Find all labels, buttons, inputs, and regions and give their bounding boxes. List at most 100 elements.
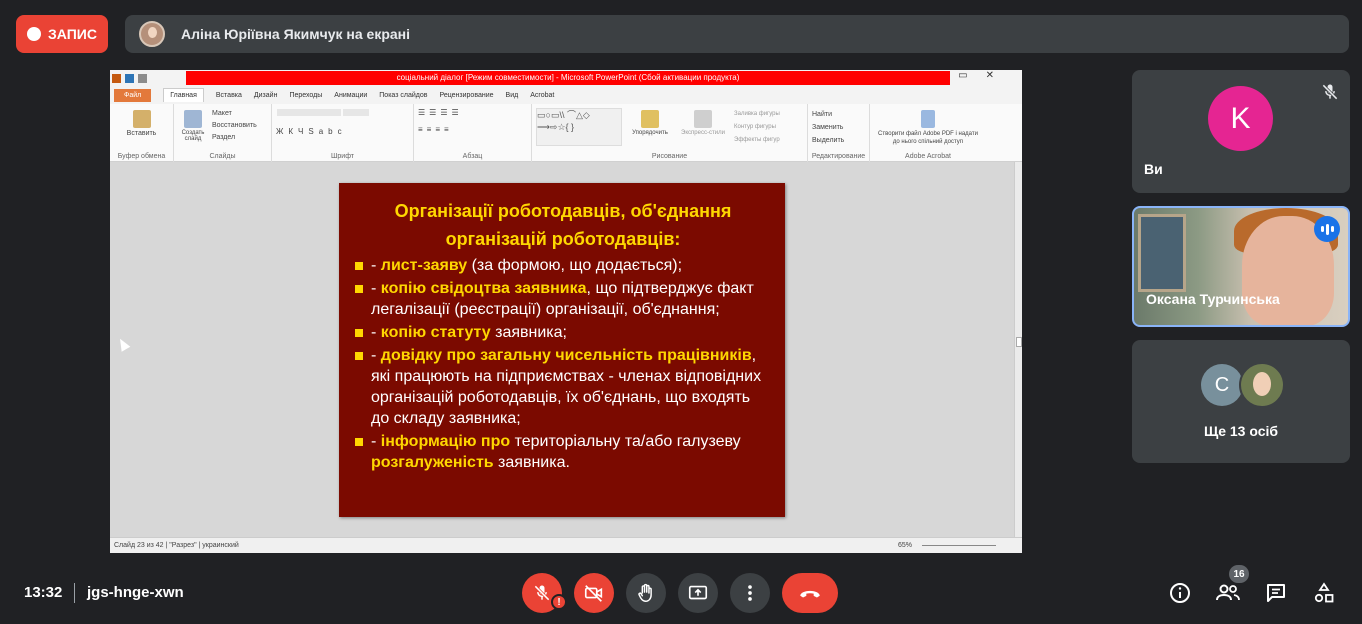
find-label: Найти bbox=[812, 111, 832, 118]
mic-off-icon bbox=[1322, 84, 1338, 100]
meeting-code: jgs-hnge-xwn bbox=[87, 584, 184, 601]
people-icon bbox=[1216, 584, 1240, 601]
group-drawing-label: Рисование bbox=[651, 153, 688, 160]
more-vert-icon bbox=[748, 585, 752, 601]
tab-view: Вид bbox=[505, 91, 519, 99]
slide-bullet: - лист-заяву (за формою, що додається); bbox=[355, 255, 771, 276]
more-participants-label: Ще 13 осіб bbox=[1203, 423, 1279, 439]
presenting-text: Аліна Юріївна Якимчук на екрані bbox=[181, 26, 411, 42]
status-theme: "Разрез" bbox=[169, 542, 197, 549]
slide-bullet: - копію статуту заявника; bbox=[355, 322, 771, 343]
arrange-label: Упорядочить bbox=[632, 130, 668, 136]
group-drawing: ▭○▭\\ ⌒△◇ ⟶⇨☆{ } Упорядочить Экспресс-сти… bbox=[532, 104, 808, 162]
meeting-info-button[interactable] bbox=[1167, 580, 1193, 606]
presenter-avatar bbox=[139, 21, 165, 47]
tab-file: Файл bbox=[114, 88, 152, 102]
bullet-marker bbox=[355, 438, 363, 446]
activities-button[interactable] bbox=[1311, 580, 1337, 606]
status-zoom: 65% bbox=[897, 542, 912, 549]
group-font: ЖКЧSabc Шрифт bbox=[272, 104, 414, 162]
ppt-title-bar: соціальний діалог [Режим совместимости] … bbox=[110, 70, 1022, 86]
scroll-thumb bbox=[1016, 337, 1022, 347]
acrobat-create-label: Створити файл Adobe PDF і надати до ньог… bbox=[878, 131, 978, 145]
paste-icon bbox=[132, 110, 151, 128]
group-paragraph-label: Абзац bbox=[462, 153, 483, 160]
tab-design: Дизайн bbox=[253, 91, 278, 99]
bullet-marker bbox=[355, 262, 363, 270]
bullet-marker bbox=[355, 329, 363, 337]
tab-transitions: Переходы bbox=[289, 91, 323, 99]
new-slide-label: Создать слайд bbox=[181, 130, 205, 142]
mic-off-icon bbox=[534, 585, 550, 601]
participants-button[interactable] bbox=[1215, 580, 1241, 606]
undo-icon bbox=[138, 73, 147, 83]
background-window bbox=[1138, 214, 1186, 292]
shape-outline-label: Контур фигуры bbox=[734, 124, 776, 130]
quick-access-toolbar bbox=[110, 70, 186, 86]
arrange-icon bbox=[641, 110, 659, 128]
camera-toggle-button[interactable] bbox=[574, 573, 614, 613]
tile-more-participants[interactable]: C Ще 13 осіб bbox=[1132, 340, 1350, 463]
ribbon-tabs: Файл Главная Вставка Дизайн Переходы Ани… bbox=[110, 86, 1022, 104]
tab-review: Рецензирование bbox=[439, 91, 494, 99]
divider bbox=[74, 583, 75, 603]
shape-effects-label: Эффекты фигур bbox=[734, 137, 780, 143]
paste-label: Вставить bbox=[126, 130, 157, 137]
bullet-marker bbox=[355, 352, 363, 360]
shape-fill-label: Заливка фигуры bbox=[734, 111, 780, 117]
group-paragraph: ☰☰☰☰ ≡≡≡≡ Абзац bbox=[414, 104, 532, 162]
status-slide: Слайд 23 из 42 bbox=[114, 542, 164, 549]
slide-bullet: - довідку про загальну чисельність праці… bbox=[355, 345, 771, 429]
slide-title: Організації роботодавців, об'єднання орг… bbox=[394, 201, 732, 249]
tile-self[interactable]: K Ви bbox=[1132, 70, 1350, 193]
chat-icon bbox=[1267, 584, 1285, 602]
chat-button[interactable] bbox=[1263, 580, 1289, 606]
slide-bullet: - копію свідоцтва заявника, що підтвердж… bbox=[355, 278, 771, 320]
tab-slideshow: Показ слайдов bbox=[379, 91, 428, 99]
hand-icon bbox=[638, 583, 652, 602]
speaking-indicator-icon bbox=[1314, 216, 1340, 242]
more-options-button[interactable] bbox=[730, 573, 770, 613]
group-editing: Найти Заменить Выделить Редактирование bbox=[808, 104, 870, 162]
tile-name: Оксана Турчинська bbox=[1146, 291, 1280, 307]
save-icon bbox=[125, 73, 134, 83]
window-controls: ▭✕ bbox=[958, 70, 1012, 81]
present-screen-button[interactable] bbox=[678, 573, 718, 613]
participants-count-badge: 16 bbox=[1229, 565, 1249, 583]
hang-up-icon bbox=[800, 590, 820, 598]
record-label: ЗАПИС bbox=[48, 26, 97, 42]
group-slides: Создать слайд Макет Восстановить Раздел … bbox=[174, 104, 272, 162]
camera-off-icon bbox=[584, 585, 603, 602]
record-button[interactable]: ЗАПИС bbox=[16, 15, 108, 53]
avatar: C bbox=[1201, 364, 1243, 406]
group-slides-label: Слайды bbox=[209, 153, 236, 160]
select-label: Выделить bbox=[812, 137, 845, 144]
meeting-time: 13:32 bbox=[24, 584, 63, 601]
new-slide-icon bbox=[184, 110, 202, 128]
ppt-status-bar: Слайд 23 из 42 | "Разрез" | украинский 6… bbox=[110, 537, 1022, 553]
presenting-banner: Аліна Юріївна Якимчук на екрані bbox=[125, 15, 1349, 53]
status-language: украинский bbox=[202, 542, 239, 549]
replace-label: Заменить bbox=[812, 124, 844, 131]
raise-hand-button[interactable] bbox=[626, 573, 666, 613]
group-acrobat: Створити файл Adobe PDF і надати до ньог… bbox=[870, 104, 986, 162]
ppt-logo-icon bbox=[112, 73, 121, 83]
avatar: K bbox=[1208, 86, 1273, 151]
shared-screen: соціальний діалог [Режим совместимости] … bbox=[110, 70, 1022, 553]
pdf-icon bbox=[921, 110, 935, 128]
tile-participant-video[interactable]: Оксана Турчинська bbox=[1132, 206, 1350, 327]
ppt-window-title: соціальний діалог [Режим совместимости] … bbox=[186, 71, 950, 85]
slide: Організації роботодавців, об'єднання орг… bbox=[339, 183, 785, 517]
bullet-marker bbox=[355, 285, 363, 293]
end-call-button[interactable] bbox=[782, 573, 838, 613]
group-editing-label: Редактирование bbox=[811, 153, 866, 160]
group-acrobat-label: Adobe Acrobat bbox=[905, 153, 951, 160]
info-icon bbox=[1170, 583, 1190, 603]
layout-label: Макет bbox=[212, 110, 232, 117]
avatar-photo bbox=[1239, 362, 1285, 408]
quick-styles-label: Экспресс-стили bbox=[681, 130, 725, 136]
tab-home: Главная bbox=[163, 88, 204, 102]
group-clipboard: Вставить Буфер обмена bbox=[110, 104, 174, 162]
section-label: Раздел bbox=[212, 134, 236, 141]
record-dot-icon bbox=[27, 27, 41, 41]
